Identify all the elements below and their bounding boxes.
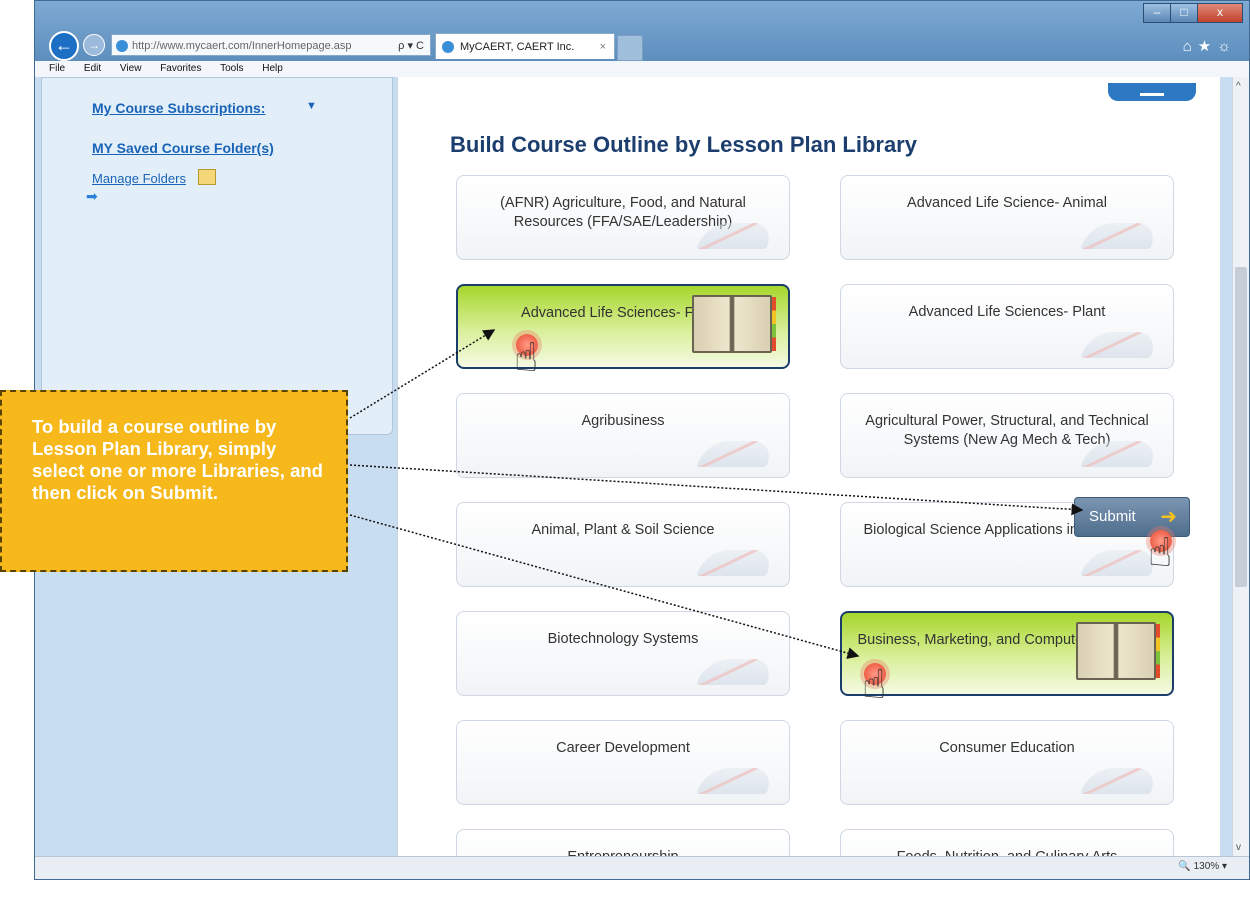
new-tab-button[interactable]	[617, 35, 643, 61]
scroll-thumb[interactable]	[1235, 267, 1247, 587]
menu-favorites[interactable]: Favorites	[160, 61, 201, 77]
ie-logo-icon	[116, 40, 128, 52]
library-card[interactable]: Foods, Nutrition, and Culinary Arts	[840, 829, 1174, 857]
maximize-button[interactable]: □	[1170, 3, 1198, 23]
menu-view[interactable]: View	[120, 61, 142, 77]
back-arrow-icon[interactable]: ←	[49, 31, 79, 61]
status-bar: 🔍 130% ▾	[35, 856, 1249, 879]
saved-course-folders-link[interactable]: MY Saved Course Folder(s)	[92, 140, 274, 156]
menu-file[interactable]: File	[49, 61, 65, 77]
forward-arrow-icon[interactable]: →	[83, 34, 105, 56]
main-panel: Build Course Outline by Lesson Plan Libr…	[397, 77, 1220, 857]
open-book-icon	[692, 295, 776, 353]
pointing-hand-icon: ☝	[862, 663, 887, 707]
submit-label: Submit	[1089, 508, 1136, 525]
submit-button[interactable]: Submit ➜	[1074, 497, 1190, 537]
arrow-right-icon: ➡	[86, 188, 98, 204]
library-card[interactable]: Agricultural Power, Structural, and Tech…	[840, 393, 1174, 478]
window-controls: – □ x	[1143, 3, 1243, 23]
instruction-callout: To build a course outline by Lesson Plan…	[0, 390, 348, 572]
library-card[interactable]: (AFNR) Agriculture, Food, and Natural Re…	[456, 175, 790, 260]
address-path: /InnerHomepage.asp	[248, 40, 352, 52]
library-card[interactable]: Consumer Education	[840, 720, 1174, 805]
scroll-up-icon[interactable]: ^	[1236, 81, 1241, 92]
library-card[interactable]: Agribusiness	[456, 393, 790, 478]
card-label: Advanced Life Sciences- Plant	[908, 304, 1106, 320]
sidebar: My Course Subscriptions: ▼ MY Saved Cour…	[41, 77, 393, 435]
callout-text: To build a course outline by Lesson Plan…	[32, 416, 323, 503]
library-card[interactable]: Advanced Life Sciences- Plant	[840, 284, 1174, 369]
book-icon	[1080, 332, 1160, 358]
ie-logo-icon	[442, 41, 454, 53]
zoom-value: 130%	[1193, 861, 1220, 872]
library-card[interactable]: Animal, Plant & Soil Science	[456, 502, 790, 587]
minimize-button[interactable]: –	[1143, 3, 1171, 23]
card-label: Animal, Plant & Soil Science	[531, 522, 715, 538]
book-icon	[696, 659, 776, 685]
card-label: Biotechnology Systems	[547, 631, 699, 647]
pointing-hand-icon: ☝	[514, 336, 539, 380]
book-icon	[1080, 223, 1160, 249]
page-title: Build Course Outline by Lesson Plan Libr…	[450, 132, 917, 157]
menu-toggle-button[interactable]	[1108, 83, 1196, 101]
dropdown-triangle-icon[interactable]: ▼	[306, 100, 317, 112]
library-card[interactable]: Entrepreneurship	[456, 829, 790, 857]
book-icon	[696, 768, 776, 794]
tab-close-icon[interactable]: ×	[600, 34, 606, 60]
library-card-selected[interactable]: Advanced Life Sciences- Foods	[456, 284, 790, 369]
card-label: (AFNR) Agriculture, Food, and Natural Re…	[500, 195, 746, 230]
book-icon	[696, 441, 776, 467]
card-label: Career Development	[556, 740, 690, 756]
zoom-level[interactable]: 🔍 130% ▾	[1178, 861, 1227, 872]
open-book-icon	[1076, 622, 1160, 680]
toolbar-icons[interactable]: ⌂★☼	[1183, 37, 1237, 55]
scroll-down-icon[interactable]: v	[1236, 842, 1241, 853]
pointing-hand-icon: ☝	[1148, 531, 1173, 575]
menu-edit[interactable]: Edit	[84, 61, 101, 77]
library-card-selected[interactable]: Business, Marketing, and Computer Educat…	[840, 611, 1174, 696]
manage-folders-link[interactable]: Manage Folders	[92, 171, 186, 186]
library-card[interactable]: Advanced Life Science- Animal	[840, 175, 1174, 260]
tab-title: MyCAERT, CAERT Inc.	[460, 41, 575, 53]
vertical-scrollbar[interactable]: ^ v	[1232, 77, 1249, 857]
card-label: Agribusiness	[581, 413, 665, 429]
menu-help[interactable]: Help	[262, 61, 283, 77]
card-label: Consumer Education	[939, 740, 1075, 756]
address-bar[interactable]: http://www.mycaert.com/InnerHomepage.asp…	[111, 34, 431, 56]
book-icon	[696, 550, 776, 576]
address-tools[interactable]: ρ ▾ C	[398, 35, 424, 55]
library-card[interactable]: Career Development	[456, 720, 790, 805]
card-label: Advanced Life Science- Animal	[907, 195, 1107, 211]
browser-tab[interactable]: MyCAERT, CAERT Inc. ×	[435, 33, 615, 59]
close-button[interactable]: x	[1197, 3, 1243, 23]
menu-tools[interactable]: Tools	[220, 61, 243, 77]
library-card[interactable]: Biotechnology Systems	[456, 611, 790, 696]
book-icon	[1080, 768, 1160, 794]
folder-icon[interactable]	[198, 169, 216, 185]
address-host: http://www.mycaert.com	[132, 40, 249, 52]
title-bar: – □ x ← → http://www.mycaert.com/InnerHo…	[35, 1, 1249, 61]
menu-bar: File Edit View Favorites Tools Help	[35, 61, 1249, 77]
course-subscriptions-link[interactable]: My Course Subscriptions:	[92, 100, 265, 116]
